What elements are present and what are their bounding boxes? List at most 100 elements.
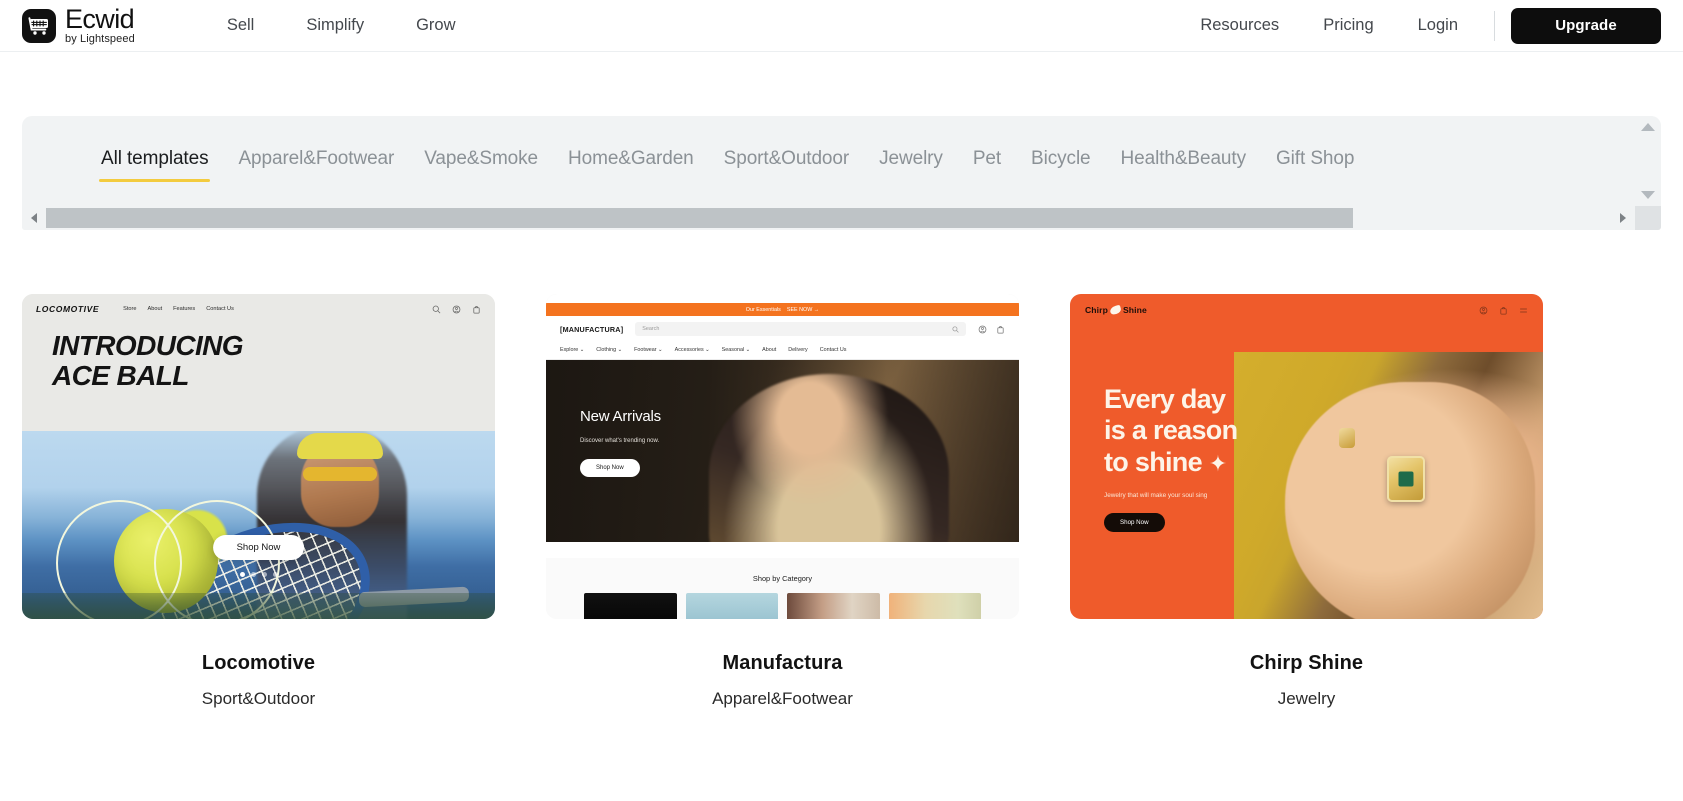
preview-cta-button: Shop Now — [212, 535, 305, 560]
preview-nav-contact: Contact Us — [819, 347, 847, 353]
triangle-down-icon[interactable] — [1641, 191, 1655, 199]
preview-nav-clothing: Clothing ⌄ — [596, 347, 623, 353]
horizontal-scroll-thumb[interactable] — [46, 208, 1353, 228]
preview-cta-button: Shop Now — [1104, 512, 1165, 532]
tab-pet[interactable]: Pet — [958, 138, 1016, 184]
template-name: Chirp Shine — [1249, 652, 1364, 674]
tab-health-beauty[interactable]: Health&Beauty — [1106, 138, 1261, 184]
template-card-chirp-shine[interactable]: Chirp Shine Every day is a reason to shi… — [1070, 294, 1543, 709]
promo-cta: SEE NOW → — [786, 306, 820, 313]
brand-logo[interactable]: Ecwid by Lightspeed — [22, 6, 135, 45]
preview-logo: LOCOMOTIVE — [36, 304, 100, 314]
preview-photo — [1234, 352, 1543, 619]
tab-bicycle[interactable]: Bicycle — [1016, 138, 1105, 184]
preview-logo-part1: Chirp — [1085, 305, 1108, 315]
manufactura-preview: Our Essentials SEE NOW → [MANUFACTURA] S… — [546, 294, 1019, 619]
triangle-up-icon[interactable] — [1641, 123, 1655, 131]
preview-headline-line3: to shine — [1104, 446, 1203, 477]
preview-section-title: Shop by Category — [752, 574, 813, 583]
scroll-left-button[interactable] — [22, 206, 46, 230]
cart-icon — [473, 305, 480, 313]
preview-headline-line1: INTRODUCING — [52, 330, 244, 361]
preview-nav: Explore ⌄ Clothing ⌄ Footwear ⌄ Accessor… — [546, 342, 1019, 360]
preview-logo: [MANUFACTURA] — [560, 324, 624, 334]
preview-hero-subtitle: Discover what's trending now. — [580, 438, 660, 444]
nav-item-sell[interactable]: Sell — [201, 8, 281, 43]
tab-sport-outdoor[interactable]: Sport&Outdoor — [709, 138, 864, 184]
menu-icon — [1520, 308, 1527, 312]
model-figure — [709, 374, 949, 542]
category-tile — [888, 593, 981, 619]
template-card-manufactura[interactable]: Our Essentials SEE NOW → [MANUFACTURA] S… — [546, 294, 1019, 709]
tab-strip: All templates Apparel&Footwear Vape&Smok… — [22, 116, 1635, 206]
account-icon — [452, 305, 461, 313]
preview-nav-accessories: Accessories ⌄ — [674, 347, 710, 353]
template-thumbnail[interactable]: LOCOMOTIVE Store About Features Contact … — [22, 294, 495, 619]
template-category: Apparel&Footwear — [712, 689, 853, 708]
tab-jewelry[interactable]: Jewelry — [864, 138, 958, 184]
horizontal-scroll-track[interactable] — [46, 206, 1611, 230]
header-divider — [1494, 10, 1495, 41]
preview-nav-features: Features — [173, 306, 196, 312]
preview-hero-subtitle: Jewelry that will make your soul sing — [1104, 491, 1208, 499]
upgrade-button[interactable]: Upgrade — [1511, 7, 1661, 44]
photo-bottom-gradient — [22, 593, 495, 619]
scroll-right-button[interactable] — [1611, 206, 1635, 230]
nav-item-simplify[interactable]: Simplify — [280, 8, 390, 43]
earring-jewel — [1387, 456, 1425, 502]
template-name: Manufactura — [722, 652, 843, 674]
template-thumbnail[interactable]: Chirp Shine Every day is a reason to shi… — [1070, 294, 1543, 619]
preview-topbar: Chirp Shine — [1070, 294, 1543, 316]
tab-all-templates[interactable]: All templates — [86, 138, 223, 184]
cart-icon — [1500, 306, 1507, 314]
person-cap — [297, 433, 383, 459]
preview-nav-footwear: Footwear ⌄ — [634, 347, 663, 353]
scrollbar-corner — [1635, 206, 1661, 230]
category-tile — [787, 593, 880, 619]
vertical-scrollbar[interactable] — [1635, 116, 1661, 206]
tab-gift-shop[interactable]: Gift Shop — [1261, 138, 1369, 184]
triangle-left-icon — [31, 213, 37, 223]
template-name: Locomotive — [201, 652, 316, 674]
template-thumbnail[interactable]: Our Essentials SEE NOW → [MANUFACTURA] S… — [546, 294, 1019, 619]
preview-category-tiles — [546, 593, 1019, 619]
preview-nav-explore: Explore ⌄ — [560, 347, 585, 353]
preview-nav-about: About — [147, 306, 163, 312]
sparkle-icon: ✦ — [1208, 450, 1227, 476]
header-right-nav: Resources Pricing Login Upgrade — [1178, 7, 1661, 44]
tab-vape-smoke[interactable]: Vape&Smoke — [409, 138, 553, 184]
nav-item-login[interactable]: Login — [1396, 8, 1480, 43]
preview-cta-button: Shop Now — [580, 459, 640, 477]
account-icon — [978, 325, 987, 333]
nav-item-pricing[interactable]: Pricing — [1301, 8, 1395, 43]
nav-item-grow[interactable]: Grow — [390, 8, 481, 43]
brand-name: Ecwid — [65, 4, 135, 34]
brand-tagline: by Lightspeed — [65, 33, 135, 45]
chirp-shine-preview: Chirp Shine Every day is a reason to shi… — [1070, 294, 1543, 619]
primary-nav: Sell Simplify Grow — [201, 8, 482, 43]
tab-home-garden[interactable]: Home&Garden — [553, 138, 709, 184]
preview-headline-line2: is a reason — [1104, 415, 1238, 446]
template-grid: LOCOMOTIVE Store About Features Contact … — [0, 230, 1683, 709]
preview-logo-part2: Shine — [1122, 305, 1147, 315]
preview-nav-delivery: Delivery — [788, 347, 808, 353]
template-card-locomotive[interactable]: LOCOMOTIVE Store About Features Contact … — [22, 294, 495, 709]
nav-item-resources[interactable]: Resources — [1178, 8, 1301, 43]
tab-apparel-footwear[interactable]: Apparel&Footwear — [223, 138, 409, 184]
preview-headline-line1: Every day — [1104, 384, 1226, 414]
carousel-dots — [239, 572, 278, 577]
category-tile — [584, 593, 677, 619]
template-category: Jewelry — [1277, 689, 1336, 708]
cart-icon — [997, 325, 1004, 333]
search-placeholder: Search — [642, 326, 660, 332]
horizontal-scrollbar[interactable] — [22, 206, 1661, 230]
preview-nav-seasonal: Seasonal ⌄ — [721, 347, 751, 353]
preview-nav-store: Store — [123, 306, 137, 312]
promo-text: Our Essentials — [745, 306, 781, 313]
preview-promo-banner: Our Essentials SEE NOW → — [546, 303, 1019, 316]
preview-headline: INTRODUCING ACE BALL — [52, 331, 495, 390]
preview-hero-text: Every day is a reason to shine ✦ Jewelry… — [1104, 384, 1238, 532]
search-icon — [952, 325, 959, 333]
preview-category-section: Shop by Category — [546, 558, 1019, 619]
earring-small — [1339, 428, 1355, 448]
